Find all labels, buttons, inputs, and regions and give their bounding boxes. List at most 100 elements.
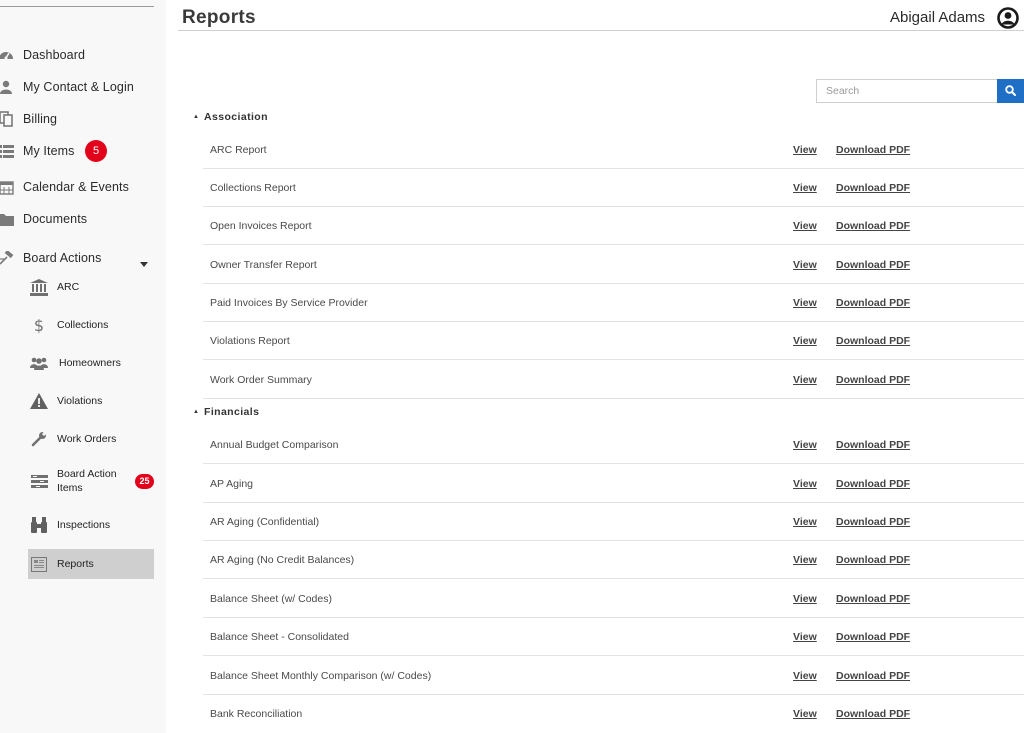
report-name: ARC Report: [210, 144, 267, 156]
user-name[interactable]: Abigail Adams: [890, 9, 985, 26]
view-link[interactable]: View: [793, 708, 817, 720]
gavel-icon: [0, 250, 14, 266]
binoculars-icon: [30, 516, 48, 534]
sidebar-subitem-collections[interactable]: $ Collections: [0, 310, 154, 340]
view-link[interactable]: View: [793, 220, 817, 232]
report-name: Paid Invoices By Service Provider: [210, 297, 368, 309]
report-row: Bank Reconciliation View Download PDF: [203, 695, 1024, 733]
sidebar-item-label: Documents: [23, 212, 88, 226]
download-pdf-link[interactable]: Download PDF: [836, 516, 910, 528]
report-name: Annual Budget Comparison: [210, 439, 339, 451]
sidebar: Dashboard My Contact & Login Billing My …: [0, 0, 166, 733]
header-divider: [178, 30, 1024, 31]
view-link[interactable]: View: [793, 259, 817, 271]
section-header-association[interactable]: ▲ Association: [193, 111, 268, 123]
sidebar-subitem-inspections[interactable]: Inspections: [0, 510, 154, 540]
my-items-count-badge: 5: [85, 140, 107, 162]
dollar-icon: $: [33, 315, 45, 335]
view-link[interactable]: View: [793, 182, 817, 194]
download-pdf-link[interactable]: Download PDF: [836, 220, 910, 232]
sidebar-subitem-homeowners[interactable]: Homeowners: [0, 348, 154, 378]
report-row: Violations Report View Download PDF: [203, 322, 1024, 360]
report-name: AR Aging (No Credit Balances): [210, 554, 355, 566]
tasks-icon: [30, 473, 48, 491]
sidebar-subitem-violations[interactable]: Violations: [0, 386, 154, 416]
report-name: Owner Transfer Report: [210, 259, 317, 271]
report-name: AR Aging (Confidential): [210, 516, 320, 528]
report-row: Balance Sheet (w/ Codes) View Download P…: [203, 580, 1024, 618]
report-name: Collections Report: [210, 182, 296, 194]
sidebar-subitem-board-action-items[interactable]: Board Action Items 25: [0, 465, 154, 499]
view-link[interactable]: View: [793, 439, 817, 451]
view-link[interactable]: View: [793, 297, 817, 309]
list-icon: [0, 143, 14, 159]
bank-icon: [30, 278, 48, 296]
calendar-icon: [0, 179, 14, 195]
section-header-financials[interactable]: ▲ Financials: [193, 406, 259, 418]
report-row: Balance Sheet Monthly Comparison (w/ Cod…: [203, 657, 1024, 695]
report-row: AP Aging View Download PDF: [203, 465, 1024, 503]
view-link[interactable]: View: [793, 335, 817, 347]
download-pdf-link[interactable]: Download PDF: [836, 478, 910, 490]
report-row: Owner Transfer Report View Download PDF: [203, 246, 1024, 284]
download-pdf-link[interactable]: Download PDF: [836, 631, 910, 643]
view-link[interactable]: View: [793, 593, 817, 605]
report-row: Balance Sheet - Consolidated View Downlo…: [203, 618, 1024, 656]
sidebar-item-label: Billing: [23, 112, 58, 126]
sidebar-item-label: My Contact & Login: [23, 80, 134, 94]
report-name: Violations Report: [210, 335, 290, 347]
view-link[interactable]: View: [793, 478, 817, 490]
download-pdf-link[interactable]: Download PDF: [836, 144, 910, 156]
sidebar-item-label: Calendar & Events: [23, 180, 129, 194]
view-link[interactable]: View: [793, 374, 817, 386]
sidebar-subitem-label: ARC: [57, 281, 80, 293]
download-pdf-link[interactable]: Download PDF: [836, 439, 910, 451]
sidebar-subitem-label: Board Action Items: [57, 468, 117, 494]
view-link[interactable]: View: [793, 670, 817, 682]
chevron-down-icon[interactable]: [140, 254, 148, 272]
users-icon: [30, 354, 48, 372]
report-row: Annual Budget Comparison View Download P…: [203, 426, 1024, 464]
sidebar-subitem-arc[interactable]: ARC: [0, 272, 154, 302]
view-link[interactable]: View: [793, 516, 817, 528]
download-pdf-link[interactable]: Download PDF: [836, 182, 910, 194]
sidebar-subitem-label: Violations: [57, 395, 103, 407]
search-icon: [1005, 84, 1016, 99]
billing-icon: [0, 111, 14, 127]
download-pdf-link[interactable]: Download PDF: [836, 554, 910, 566]
wrench-icon: [30, 430, 48, 448]
user-account-icon[interactable]: [997, 7, 1019, 29]
collapse-triangle-icon: ▲: [193, 114, 200, 121]
sidebar-subitem-work-orders[interactable]: Work Orders: [0, 424, 154, 454]
download-pdf-link[interactable]: Download PDF: [836, 297, 910, 309]
sidebar-subitem-reports[interactable]: Reports: [28, 549, 154, 579]
view-link[interactable]: View: [793, 554, 817, 566]
report-name: Work Order Summary: [210, 374, 312, 386]
download-pdf-link[interactable]: Download PDF: [836, 708, 910, 720]
report-name: Balance Sheet Monthly Comparison (w/ Cod…: [210, 670, 432, 682]
sidebar-subitem-label: Work Orders: [57, 433, 117, 445]
dashboard-icon: [0, 47, 14, 63]
sidebar-subitem-label: Collections: [57, 319, 109, 331]
report-row: ARC Report View Download PDF: [203, 131, 1024, 169]
report-name: Bank Reconciliation: [210, 708, 303, 720]
sidebar-item-label: My Items: [23, 144, 75, 158]
download-pdf-link[interactable]: Download PDF: [836, 670, 910, 682]
download-pdf-link[interactable]: Download PDF: [836, 374, 910, 386]
download-pdf-link[interactable]: Download PDF: [836, 335, 910, 347]
search-button[interactable]: [997, 79, 1024, 103]
download-pdf-link[interactable]: Download PDF: [836, 259, 910, 271]
view-link[interactable]: View: [793, 631, 817, 643]
report-row: AR Aging (Confidential) View Download PD…: [203, 503, 1024, 541]
sidebar-item-board-actions[interactable]: Board Actions: [0, 246, 154, 270]
report-row: AR Aging (No Credit Balances) View Downl…: [203, 541, 1024, 579]
collapse-triangle-icon: ▲: [193, 409, 200, 416]
report-row: Collections Report View Download PDF: [203, 169, 1024, 207]
view-link[interactable]: View: [793, 144, 817, 156]
sidebar-divider: [0, 6, 154, 7]
search-input[interactable]: [816, 79, 997, 103]
page-title: Reports: [182, 7, 256, 28]
sidebar-subitem-label: Inspections: [57, 519, 111, 531]
section-title: Association: [204, 111, 268, 123]
download-pdf-link[interactable]: Download PDF: [836, 593, 910, 605]
